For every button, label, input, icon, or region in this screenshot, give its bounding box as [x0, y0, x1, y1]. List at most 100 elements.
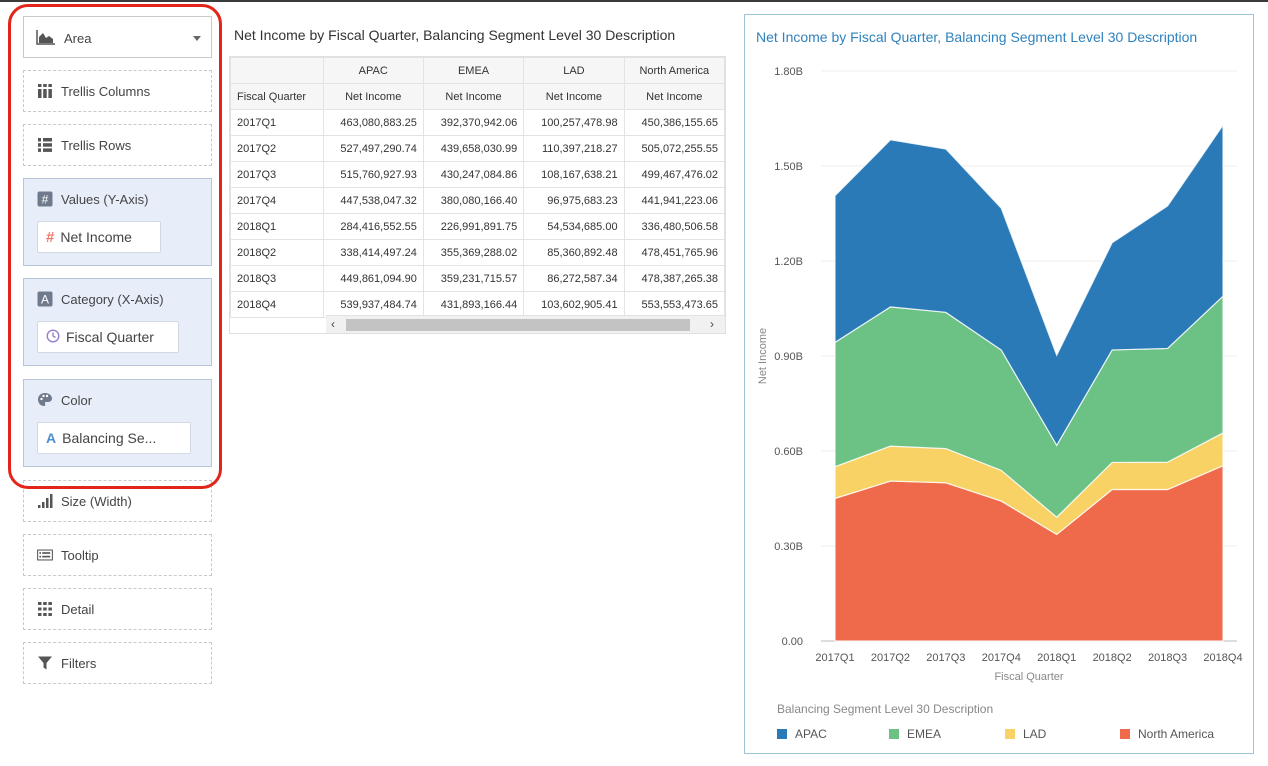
fiscal-quarter-pill[interactable]: Fiscal Quarter: [37, 321, 179, 353]
value-cell[interactable]: 338,414,497.24: [322, 239, 424, 266]
y-tick-label: 1.20B: [774, 256, 803, 268]
value-cell[interactable]: 449,861,094.90: [322, 265, 424, 292]
net-income-pill-label: Net Income: [60, 229, 132, 245]
value-cell[interactable]: 96,975,683.23: [523, 187, 625, 214]
value-cell[interactable]: 392,370,942.06: [422, 109, 525, 136]
quarter-cell[interactable]: 2018Q4: [230, 291, 324, 318]
value-cell[interactable]: 355,369,288.02: [422, 239, 525, 266]
values-shelf[interactable]: # Values (Y-Axis) # Net Income: [23, 178, 212, 266]
value-cell[interactable]: 226,991,891.75: [422, 213, 525, 240]
col-header-apac[interactable]: APAC: [322, 57, 424, 84]
value-cell[interactable]: 447,538,047.32: [322, 187, 424, 214]
legend-item[interactable]: LAD: [1005, 727, 1046, 741]
trellis-rows-shelf[interactable]: Trellis Rows: [23, 124, 212, 166]
value-cell[interactable]: 103,602,905.41: [523, 291, 625, 318]
scrollbar-thumb[interactable]: [346, 319, 690, 331]
fiscal-quarter-pill-label: Fiscal Quarter: [66, 329, 154, 345]
category-shelf[interactable]: A Category (X-Axis) Fiscal Quarter: [23, 278, 212, 366]
y-tick-label: 1.50B: [774, 161, 803, 173]
quarter-cell[interactable]: 2017Q4: [230, 187, 324, 214]
size-shelf[interactable]: Size (Width): [23, 480, 212, 522]
scroll-left-icon[interactable]: ‹: [331, 317, 335, 331]
chart-type-select[interactable]: Area: [23, 16, 212, 58]
filters-shelf-label: Filters: [61, 655, 97, 671]
value-cell[interactable]: 441,941,223.06: [623, 187, 725, 214]
filter-icon: [37, 655, 53, 671]
trellis-columns-shelf[interactable]: Trellis Columns: [23, 70, 212, 112]
value-cell[interactable]: 54,534,685.00: [523, 213, 625, 240]
quarter-cell[interactable]: 2018Q3: [230, 265, 324, 292]
table-row[interactable]: 2017Q2 527,497,290.74 439,658,030.99 110,39…: [230, 135, 725, 162]
table-row[interactable]: 2018Q3 449,861,094.90 359,231,715.57 86,272…: [230, 265, 725, 292]
tooltip-shelf[interactable]: Tooltip: [23, 534, 212, 576]
value-cell[interactable]: 527,497,290.74: [322, 135, 424, 162]
row-header-label[interactable]: Fiscal Quarter: [230, 83, 324, 110]
clock-icon: [46, 328, 60, 346]
value-cell[interactable]: 539,937,484.74: [322, 291, 424, 318]
value-cell[interactable]: 505,072,255.55: [623, 135, 725, 162]
legend-swatch: [1120, 729, 1130, 739]
col-header-north-america[interactable]: North America: [623, 57, 725, 84]
x-tick-label: 2018Q1: [1037, 652, 1076, 664]
scroll-right-icon[interactable]: ›: [710, 317, 714, 331]
filters-shelf[interactable]: Filters: [23, 642, 212, 684]
attribute-a-icon: A: [46, 430, 57, 446]
value-cell[interactable]: 478,387,265.38: [623, 265, 725, 292]
palette-icon: [37, 392, 53, 408]
legend-item[interactable]: EMEA: [889, 727, 941, 741]
chart-type-label: Area: [64, 31, 92, 46]
quarter-cell[interactable]: 2017Q2: [230, 135, 324, 162]
x-tick-label: 2018Q3: [1148, 652, 1187, 664]
x-tick-label: 2017Q2: [871, 652, 910, 664]
col-header-lad[interactable]: LAD: [523, 57, 625, 84]
table-row[interactable]: 2017Q3 515,760,927.93 430,247,084.86 108,16…: [230, 161, 725, 188]
value-cell[interactable]: 336,480,506.58: [623, 213, 725, 240]
values-shelf-label: Values (Y-Axis): [61, 191, 149, 207]
balancing-segment-pill[interactable]: A Balancing Se...: [37, 422, 191, 454]
value-cell[interactable]: 478,451,765.96: [623, 239, 725, 266]
legend-item[interactable]: APAC: [777, 727, 827, 741]
table-row[interactable]: 2018Q4 539,937,484.74 431,893,166.44 103,60…: [230, 291, 725, 318]
col-header-emea[interactable]: EMEA: [422, 57, 525, 84]
table-header-row: APAC EMEA LAD North America: [230, 57, 725, 84]
hash-icon: #: [37, 191, 53, 207]
value-cell[interactable]: 439,658,030.99: [422, 135, 525, 162]
quarter-cell[interactable]: 2017Q3: [230, 161, 324, 188]
detail-shelf[interactable]: Detail: [23, 588, 212, 630]
x-tick-label: 2017Q4: [982, 652, 1021, 664]
value-cell[interactable]: 380,080,166.40: [422, 187, 525, 214]
value-cell[interactable]: 85,360,892.48: [523, 239, 625, 266]
value-cell[interactable]: 284,416,552.55: [322, 213, 424, 240]
quarter-cell[interactable]: 2018Q1: [230, 213, 324, 240]
value-cell[interactable]: 359,231,715.57: [422, 265, 525, 292]
value-cell[interactable]: 499,467,476.02: [623, 161, 725, 188]
value-cell[interactable]: 463,080,883.25: [322, 109, 424, 136]
horizontal-scrollbar[interactable]: ‹ ›: [326, 315, 725, 333]
value-cell[interactable]: 110,397,218.27: [523, 135, 625, 162]
area-chart[interactable]: 0.00 0.30B 0.60B 0.90B 1.20B 1.50B 1.80B 2017Q1…: [745, 15, 1253, 695]
area-chart-panel[interactable]: Net Income by Fiscal Quarter, Balancing …: [744, 14, 1254, 754]
net-income-pill[interactable]: # Net Income: [37, 221, 161, 253]
value-cell[interactable]: 450,386,155.65: [623, 109, 725, 136]
pivot-table[interactable]: APAC EMEA LAD North America Fiscal Quart…: [229, 56, 726, 334]
table-row[interactable]: 2018Q1 284,416,552.55 226,991,891.75 54,534…: [230, 213, 725, 240]
table-measure-row: Fiscal Quarter Net Income Net Income Net…: [230, 83, 725, 110]
value-cell[interactable]: 100,257,478.98: [523, 109, 625, 136]
table-row[interactable]: 2017Q1 463,080,883.25 392,370,942.06 100,25…: [230, 109, 725, 136]
color-shelf[interactable]: Color A Balancing Se...: [23, 379, 212, 467]
text-a-icon: A: [37, 291, 53, 307]
measure-header: Net Income: [422, 83, 525, 110]
value-cell[interactable]: 430,247,084.86: [422, 161, 525, 188]
rows-icon: [37, 137, 53, 153]
y-tick-label: 0.30B: [774, 541, 803, 553]
value-cell[interactable]: 431,893,166.44: [422, 291, 525, 318]
value-cell[interactable]: 86,272,587.34: [523, 265, 625, 292]
quarter-cell[interactable]: 2018Q2: [230, 239, 324, 266]
table-row[interactable]: 2017Q4 447,538,047.32 380,080,166.40 96,975…: [230, 187, 725, 214]
table-row[interactable]: 2018Q2 338,414,497.24 355,369,288.02 85,360…: [230, 239, 725, 266]
value-cell[interactable]: 553,553,473.65: [623, 291, 725, 318]
value-cell[interactable]: 515,760,927.93: [322, 161, 424, 188]
legend-item[interactable]: North America: [1120, 727, 1214, 741]
value-cell[interactable]: 108,167,638.21: [523, 161, 625, 188]
quarter-cell[interactable]: 2017Q1: [230, 109, 324, 136]
